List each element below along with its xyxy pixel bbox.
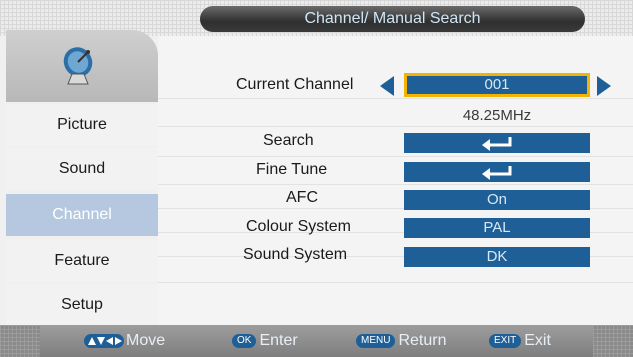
enter-icon [482, 166, 512, 181]
divider [158, 98, 633, 99]
hint-exit-label: Exit [524, 332, 551, 349]
ok-key-chip: OK [232, 333, 257, 348]
sidebar-item-picture[interactable]: Picture [6, 104, 158, 146]
direction-keys-icon [84, 333, 124, 348]
category-icon-box [6, 30, 158, 102]
sidebar-item-feature[interactable]: Feature [6, 240, 158, 282]
divider [158, 282, 633, 283]
afc-value[interactable]: On [404, 190, 590, 210]
menu-key-chip: MENU [356, 333, 396, 348]
hint-return-label: Return [398, 332, 447, 349]
hint-enter-label: Enter [259, 332, 298, 349]
fine-tune-button[interactable] [404, 162, 590, 182]
current-channel-label: Current Channel [236, 76, 354, 93]
sidebar-item-setup[interactable]: Setup [6, 284, 158, 326]
sidebar: Picture Sound Channel Feature Setup [6, 30, 158, 328]
enter-icon [482, 137, 512, 152]
footer-hints: Move OK Enter MENU Return EXIT Exit [0, 325, 633, 357]
colour-system-value[interactable]: PAL [404, 218, 590, 238]
divider [158, 184, 633, 185]
search-button[interactable] [404, 133, 590, 153]
hint-return: MENU Return [356, 325, 446, 357]
sidebar-item-sound[interactable]: Sound [6, 148, 158, 190]
sound-system-label: Sound System [243, 246, 348, 263]
afc-label: AFC [286, 189, 318, 206]
search-label: Search [263, 132, 314, 149]
frequency-readout: 48.25MHz [462, 107, 532, 124]
hint-enter: OK Enter [232, 325, 298, 357]
left-arrow-icon[interactable] [380, 76, 394, 96]
exit-key-chip: EXIT [489, 333, 522, 348]
footer-decoration [0, 325, 40, 357]
footer-decoration [593, 325, 633, 357]
hint-exit: EXIT Exit [489, 325, 551, 357]
hint-move: Move [84, 325, 165, 357]
colour-system-label: Colour System [246, 218, 351, 235]
page-title: Channel/ Manual Search [200, 6, 585, 32]
current-channel-value[interactable]: 001 [404, 73, 590, 97]
hint-move-label: Move [126, 332, 166, 349]
sidebar-item-channel[interactable]: Channel [6, 194, 158, 236]
satellite-dish-icon [63, 47, 93, 85]
fine-tune-label: Fine Tune [256, 161, 328, 178]
sound-system-value[interactable]: DK [404, 247, 590, 267]
divider [158, 126, 633, 127]
right-arrow-icon[interactable] [597, 76, 611, 96]
divider [158, 156, 633, 157]
